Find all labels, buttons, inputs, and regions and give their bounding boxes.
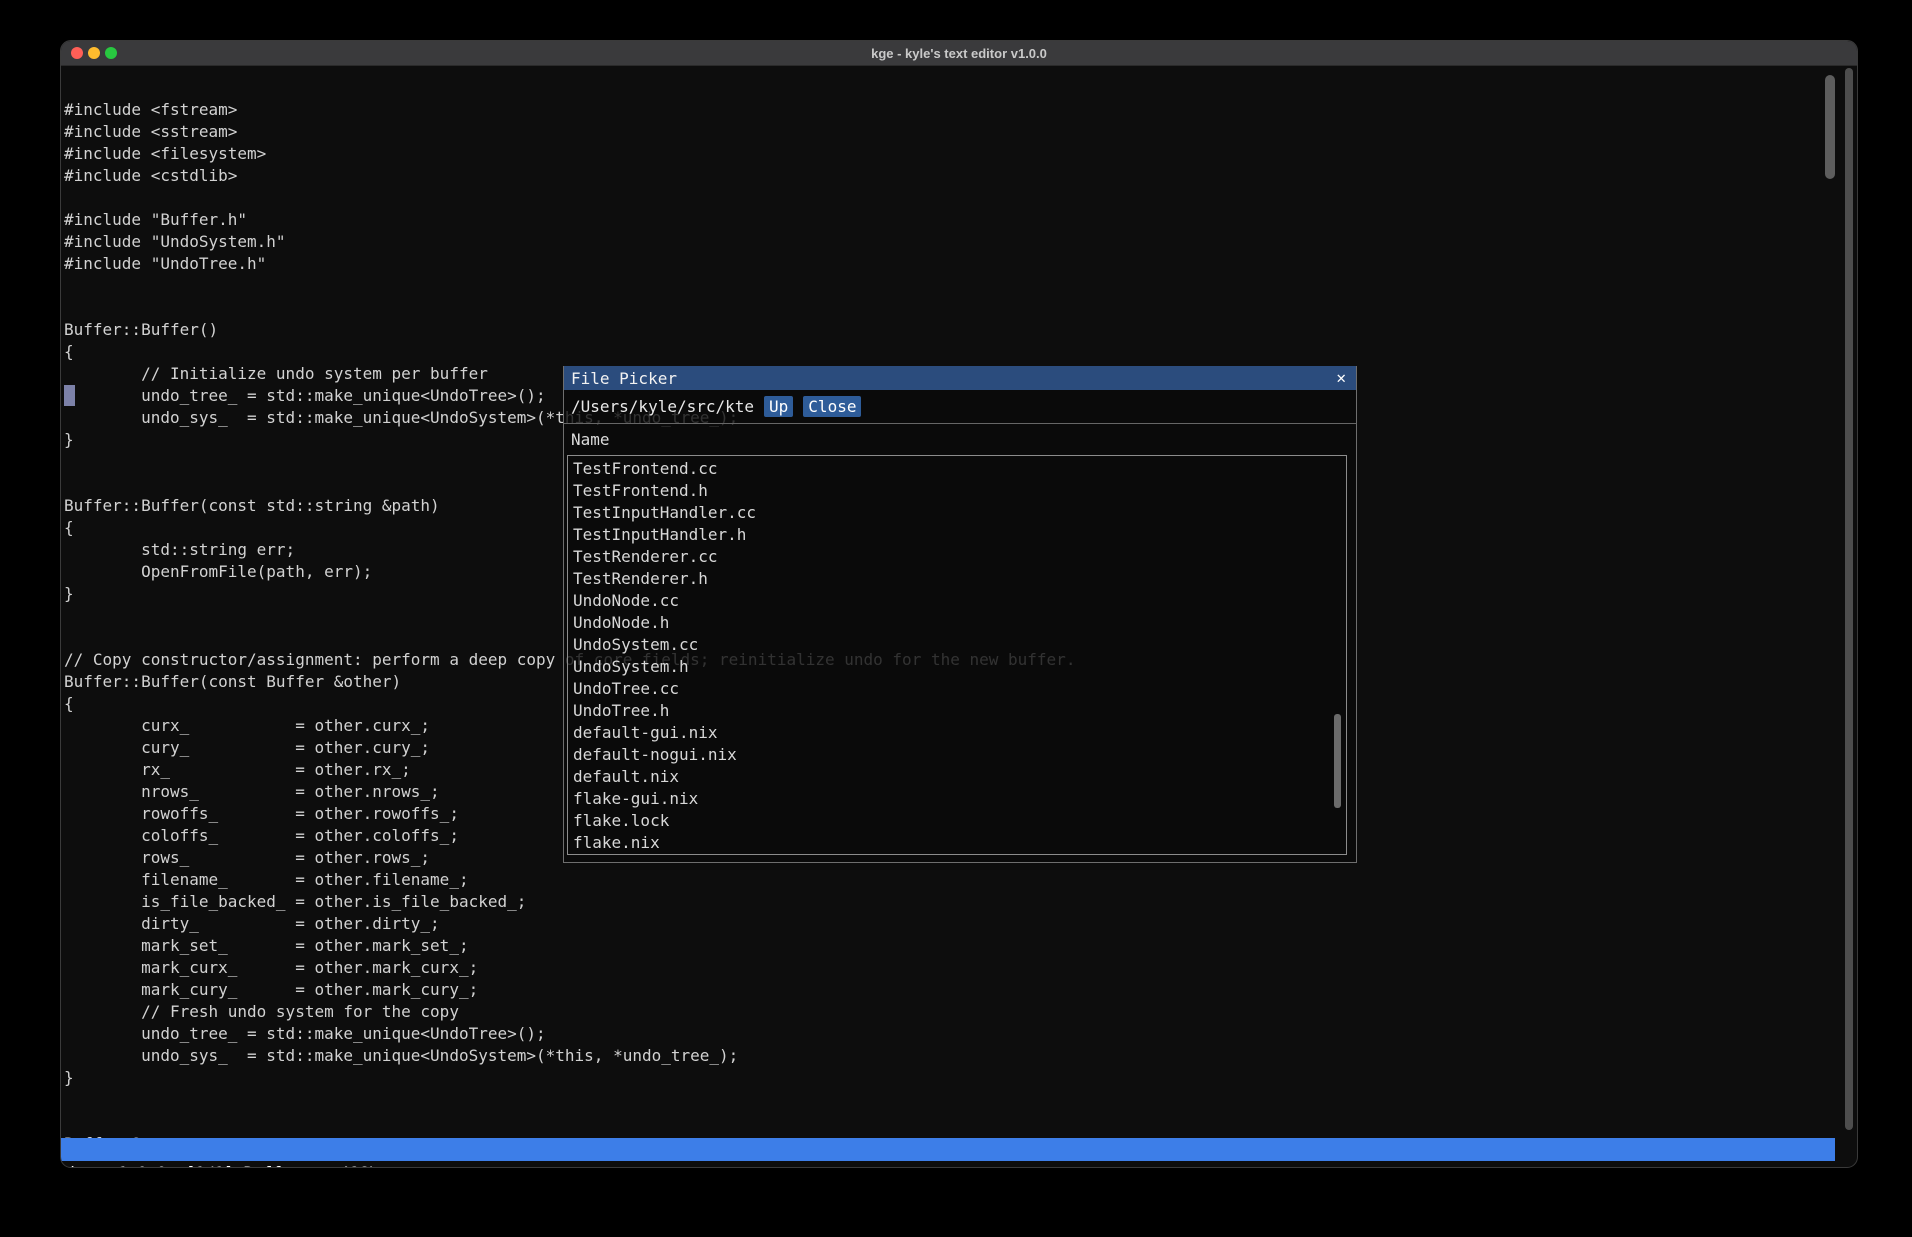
file-item[interactable]: TestInputHandler.h bbox=[568, 524, 1346, 546]
file-picker-titlebar: File Picker ✕ bbox=[564, 366, 1356, 390]
file-list-scrollbar-thumb[interactable] bbox=[1334, 714, 1341, 808]
file-item[interactable]: UndoTree.cc bbox=[568, 678, 1346, 700]
file-item[interactable]: UndoSystem.cc bbox=[568, 634, 1346, 656]
up-button[interactable]: Up bbox=[764, 396, 793, 417]
file-item[interactable]: default-gui.nix bbox=[568, 722, 1346, 744]
screen: kge - kyle's text editor v1.0.0 #include… bbox=[0, 0, 1912, 1237]
file-item[interactable]: UndoTree.h bbox=[568, 700, 1346, 722]
file-item[interactable]: TestRenderer.h bbox=[568, 568, 1346, 590]
file-item[interactable]: TestFrontend.h bbox=[568, 480, 1346, 502]
status-file-info: kge v1.0.0 [1/1] Buffer.cc 486L bbox=[70, 1161, 378, 1168]
file-item[interactable]: default.nix bbox=[568, 766, 1346, 788]
name-column-header: Name bbox=[571, 430, 610, 449]
window-title: kge - kyle's text editor v1.0.0 bbox=[61, 46, 1857, 61]
text-cursor bbox=[64, 385, 75, 406]
file-item[interactable]: TestInputHandler.cc bbox=[568, 502, 1346, 524]
file-picker-dialog: File Picker ✕ /Users/kyle/src/kte Up Clo… bbox=[563, 366, 1357, 863]
file-item[interactable]: UndoSystem.h bbox=[568, 656, 1346, 678]
path-row: /Users/kyle/src/kte Up Close bbox=[564, 390, 1356, 424]
file-item[interactable]: flake-gui.nix bbox=[568, 788, 1346, 810]
editor-scrollbar-thumb[interactable] bbox=[1825, 75, 1835, 179]
window-titlebar: kge - kyle's text editor v1.0.0 bbox=[61, 41, 1857, 66]
window-scrollbar[interactable] bbox=[1845, 68, 1853, 1130]
column-header-row: Name bbox=[564, 424, 1356, 455]
file-item[interactable]: flake.nix bbox=[568, 832, 1346, 854]
file-list: TestFrontend.ccTestFrontend.hTestInputHa… bbox=[567, 455, 1347, 855]
editor-window: kge - kyle's text editor v1.0.0 #include… bbox=[60, 40, 1858, 1168]
status-bar: kge v1.0.0 [1/1] Buffer.cc 486L Open Fil… bbox=[61, 1138, 1835, 1161]
file-item[interactable]: flake.lock bbox=[568, 810, 1346, 832]
file-item[interactable]: UndoNode.h bbox=[568, 612, 1346, 634]
file-item[interactable]: TestFrontend.cc bbox=[568, 458, 1346, 480]
current-path: /Users/kyle/src/kte bbox=[571, 397, 754, 416]
close-icon[interactable]: ✕ bbox=[1336, 370, 1346, 386]
close-button[interactable]: Close bbox=[803, 396, 861, 417]
file-item[interactable]: TestRenderer.cc bbox=[568, 546, 1346, 568]
file-item[interactable]: default-nogui.nix bbox=[568, 744, 1346, 766]
file-picker-title: File Picker bbox=[571, 369, 1336, 388]
file-item[interactable]: UndoNode.cc bbox=[568, 590, 1346, 612]
